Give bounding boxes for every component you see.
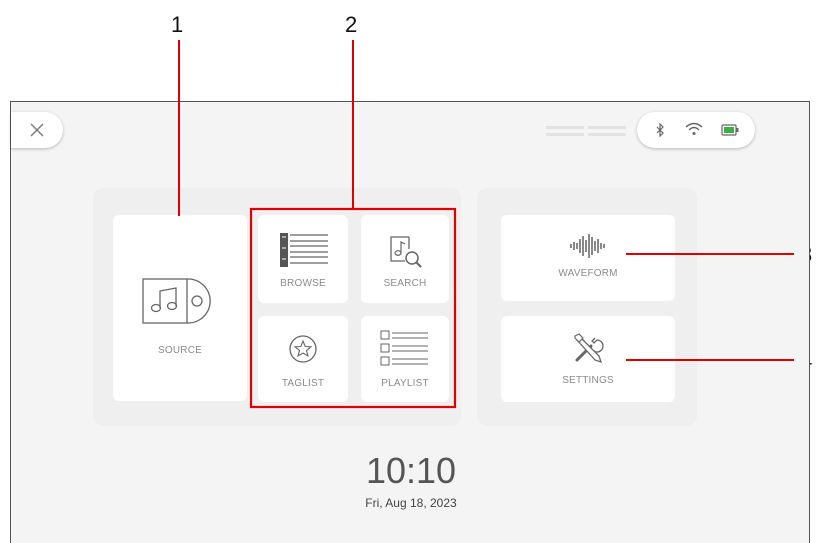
callout-overlay — [178, 40, 794, 409]
callout-box-2 — [249, 207, 457, 409]
